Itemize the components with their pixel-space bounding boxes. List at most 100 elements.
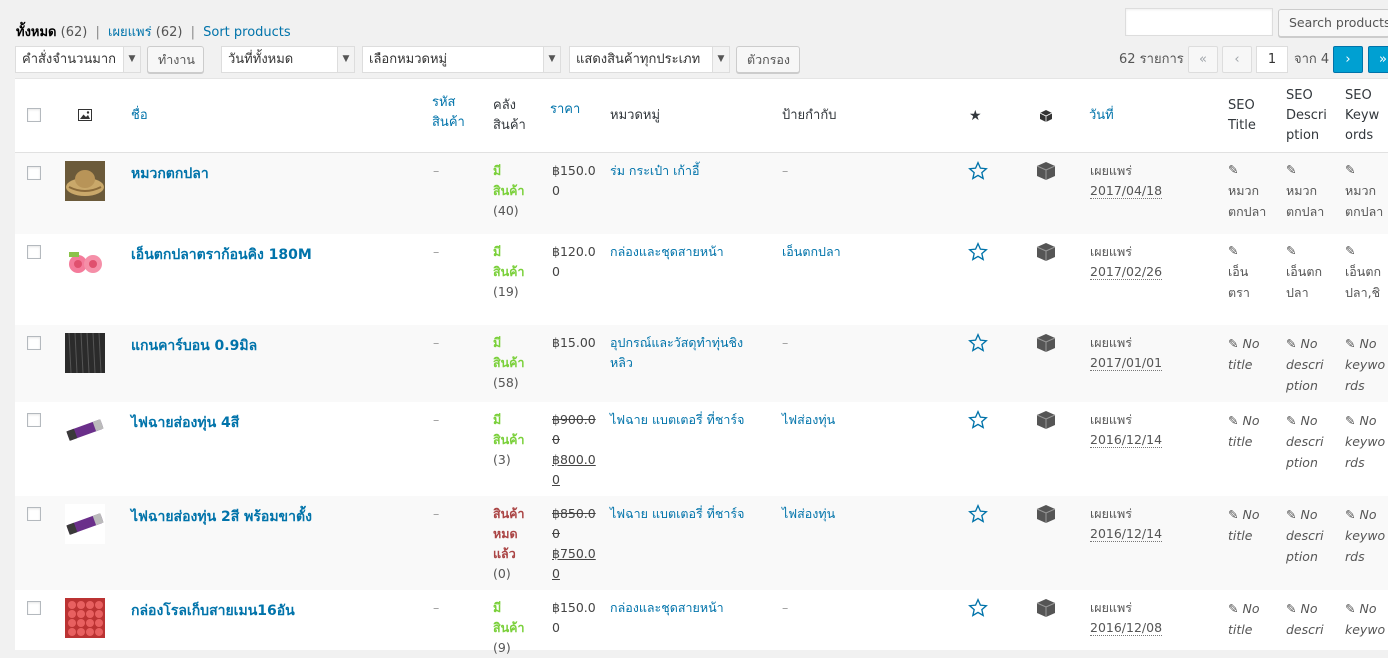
row-checkbox[interactable] [27, 413, 41, 427]
category-link-text[interactable]: อุปกรณ์และวัสดุทำทุ่นชิงหลิว [610, 335, 743, 370]
tag-link-text[interactable]: เอ็นตกปลา [782, 244, 841, 259]
simple-product-icon [1036, 599, 1056, 617]
status-published-link[interactable]: เผยแพร่ [108, 25, 152, 40]
seo-description-cell[interactable]: ✎ No descri ption [1286, 410, 1340, 473]
seo-description-cell[interactable]: ✎ เอ็นตก ปลา [1286, 240, 1340, 318]
row-checkbox[interactable] [27, 245, 41, 259]
chevron-down-icon: ▼ [123, 47, 140, 72]
seo-description-cell[interactable]: ✎ No descri ption [1286, 333, 1340, 396]
search-products-button[interactable]: Search products [1278, 9, 1388, 37]
tag-link[interactable]: เอ็นตกปลา [782, 242, 841, 262]
table-row: หมวกตกปลา – มี สินค้า (40) ฿150.0 0 ร่ม … [15, 153, 1388, 234]
seo-keywords-cell[interactable]: ✎ เอ็นตก ปลา,ชิ [1345, 240, 1388, 318]
seo-description-cell[interactable]: ✎ No descri ption [1286, 504, 1340, 567]
row-checkbox[interactable] [27, 507, 41, 521]
product-name-link[interactable]: หมวกตกปลา [131, 163, 209, 185]
star-outline-icon[interactable] [968, 504, 988, 524]
next-page-button[interactable]: › [1333, 46, 1363, 73]
category-link[interactable]: ไฟฉาย แบตเตอรี่ ที่ชาร์จ [610, 410, 744, 430]
select-all-checkbox[interactable] [27, 108, 41, 122]
product-thumbnail[interactable] [65, 161, 105, 201]
column-sku[interactable]: รหัส สินค้า [432, 93, 465, 133]
current-page-input[interactable]: 1 [1256, 46, 1288, 73]
column-sku-line: สินค้า [432, 115, 465, 130]
category-link-text[interactable]: กล่องและชุดสายหน้า [610, 244, 724, 259]
seo-keywords-cell[interactable]: ✎ No keywo [1345, 598, 1388, 640]
search-input[interactable] [1125, 8, 1273, 36]
status-published-count: (62) [155, 25, 183, 40]
date-status: เผยแพร่ [1090, 163, 1132, 178]
sku-value: – [433, 163, 440, 178]
product-name-link[interactable]: ไฟฉายส่องทุ่น 4สี [131, 412, 239, 434]
row-checkbox[interactable] [27, 166, 41, 180]
product-name-link[interactable]: แกนคาร์บอน 0.9มิล [131, 335, 257, 357]
date-filter-select[interactable]: วันที่ทั้งหมด ▼ [221, 46, 355, 73]
star-outline-icon[interactable] [968, 242, 988, 262]
product-name-link[interactable]: ไฟฉายส่องทุ่น 2สี พร้อมขาตั้ง [131, 506, 312, 528]
tag-link-text[interactable]: ไฟส่องทุ่น [782, 506, 835, 521]
category-link-text[interactable]: ไฟฉาย แบตเตอรี่ ที่ชาร์จ [610, 506, 744, 521]
edit-pencil-icon: ✎ [1228, 507, 1239, 522]
product-name-link[interactable]: กล่องโรลเก็บสายเมน16อัน [131, 600, 295, 622]
category-filter-select[interactable]: เลือกหมวดหมู่ ▼ [362, 46, 561, 73]
star-outline-icon[interactable] [968, 333, 988, 353]
product-type-select[interactable]: แสดงสินค้าทุกประเภท ▼ [569, 46, 730, 73]
stock-status-line: สินค้า [493, 355, 525, 370]
product-name-link[interactable]: เอ็นตกปลาตราก้อนคิง 180M [131, 244, 312, 266]
bulk-action-value: คำสั่งจำนวนมาก [22, 52, 117, 67]
seo-title-cell[interactable]: ✎ No title [1228, 333, 1282, 375]
column-seo-kw-line: SEO [1345, 88, 1372, 103]
seo-title-cell[interactable]: ✎ No title [1228, 410, 1282, 452]
star-icon[interactable]: ★ [969, 106, 982, 126]
category-link-text[interactable]: ไฟฉาย แบตเตอรี่ ที่ชาร์จ [610, 412, 744, 427]
category-link-text[interactable]: กล่องและชุดสายหน้า [610, 600, 724, 615]
seo-keywords-cell[interactable]: ✎ No keywo rds [1345, 504, 1388, 567]
star-outline-icon[interactable] [968, 410, 988, 430]
edit-pencil-icon: ✎ [1286, 336, 1297, 351]
bulk-action-select[interactable]: คำสั่งจำนวนมาก ▼ [15, 46, 141, 73]
seo-keywords-cell[interactable]: ✎ หมวก ตกปลา [1345, 159, 1388, 229]
seo-keywords-cell[interactable]: ✎ No keywo rds [1345, 410, 1388, 473]
row-checkbox[interactable] [27, 336, 41, 350]
star-outline-icon[interactable] [968, 598, 988, 618]
seo-description-cell[interactable]: ✎ หมวก ตกปลา [1286, 159, 1340, 229]
product-thumbnail[interactable] [65, 504, 105, 544]
product-thumbnail[interactable] [65, 410, 105, 450]
first-page-button[interactable]: « [1188, 46, 1218, 73]
last-page-button[interactable]: » [1368, 46, 1388, 73]
category-link[interactable]: ร่ม กระเป๋า เก้าอี้ [610, 161, 700, 181]
tag-link-text[interactable]: ไฟส่องทุ่น [782, 412, 835, 427]
column-date[interactable]: วันที่ [1089, 106, 1114, 126]
status-all-link[interactable]: ทั้งหมด [16, 25, 57, 40]
column-price[interactable]: ราคา [550, 100, 580, 120]
seo-title-cell[interactable]: ✎ No title [1228, 598, 1282, 640]
tag-link[interactable]: ไฟส่องทุ่น [782, 410, 835, 430]
filter-button[interactable]: ตัวกรอง [736, 46, 800, 73]
category-link[interactable]: กล่องและชุดสายหน้า [610, 242, 724, 262]
star-outline-icon[interactable] [968, 161, 988, 181]
category-link[interactable]: ไฟฉาย แบตเตอรี่ ที่ชาร์จ [610, 504, 744, 524]
product-thumbnail[interactable] [65, 242, 105, 282]
seo-title-cell[interactable]: ✎ No title [1228, 504, 1282, 546]
seo-keywords-cell[interactable]: ✎ No keywo rds [1345, 333, 1388, 396]
stock-quantity: (40) [493, 203, 519, 218]
seo-title-line: No [1242, 507, 1260, 522]
prev-page-button[interactable]: ‹ [1222, 46, 1252, 73]
seo-title-cell[interactable]: ✎ หมวก ตกปลา [1228, 159, 1282, 229]
seo-title-cell[interactable]: ✎ เอ็น ตรา [1228, 240, 1282, 318]
sku-value: – [433, 506, 440, 521]
row-checkbox[interactable] [27, 601, 41, 615]
product-thumbnail[interactable] [65, 598, 105, 638]
category-link-text[interactable]: ร่ม กระเป๋า เก้าอี้ [610, 163, 700, 178]
column-tags: ป้ายกำกับ [782, 108, 837, 123]
tag-link[interactable]: ไฟส่องทุ่น [782, 504, 835, 524]
category-link[interactable]: กล่องและชุดสายหน้า [610, 598, 724, 618]
date-text: 2017/01/01 [1090, 355, 1163, 371]
sort-products-link[interactable]: Sort products [203, 25, 291, 40]
seo-description-cell[interactable]: ✎ No descri [1286, 598, 1340, 640]
category-link[interactable]: อุปกรณ์และวัสดุทำทุ่นชิงหลิว [610, 333, 750, 373]
seo-desc-line: ปลา [1286, 285, 1309, 300]
apply-button[interactable]: ทำงาน [147, 46, 204, 73]
product-thumbnail[interactable] [65, 333, 105, 373]
column-name[interactable]: ชื่อ [131, 106, 148, 126]
